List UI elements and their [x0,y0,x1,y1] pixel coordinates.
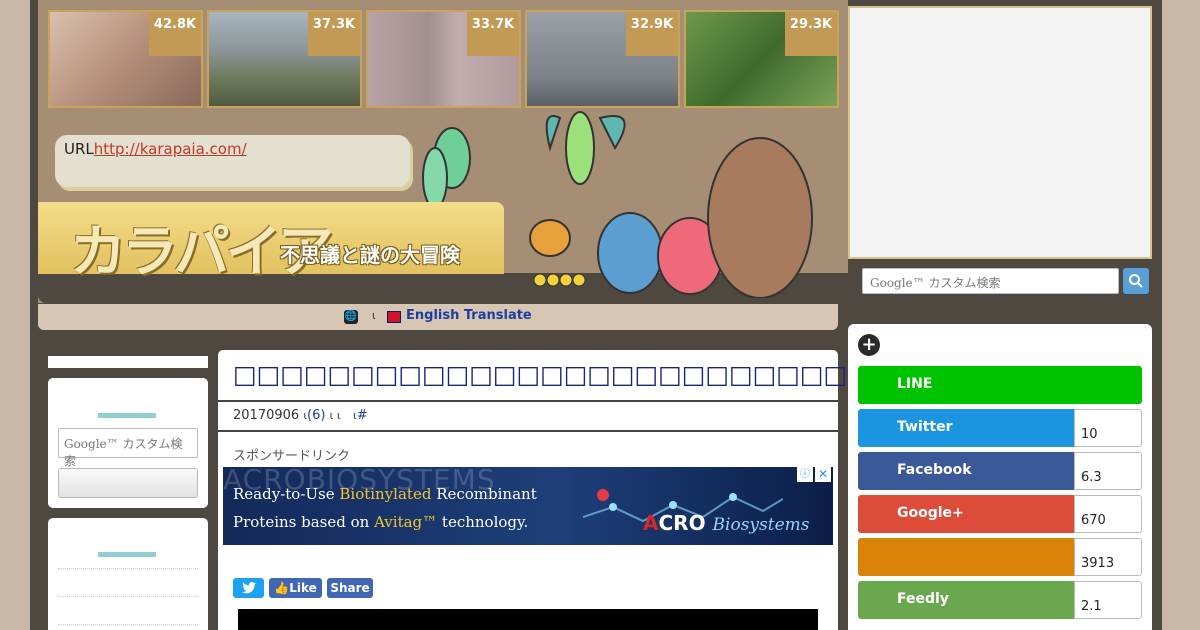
article-meta: 20170906 ι(6) ι ι ι# [233,408,368,423]
list-item[interactable] [58,624,198,625]
article-panel: □□□□□□□□□□□□□□□□□□□□□□□□□□□□□□□ 20170906… [218,350,965,630]
mascot-body-shape [597,212,663,294]
line-share-button[interactable]: LINE [858,366,1142,404]
facebook-like-button[interactable]: 👍Like [269,578,322,598]
ad-banner[interactable]: ACROBIOSYSTEMS Ready-to-Use Biotinylated… [223,467,833,545]
facebook-share-button[interactable]: Share [327,578,373,598]
google-plus-count-button[interactable]: Google+ 670 [858,495,1142,533]
article-date: 20170906 [233,408,300,423]
sidebar-search-button[interactable] [58,468,198,498]
feedly-count-button[interactable]: Feedly 2.1 [858,581,1142,619]
thumbnail-3[interactable]: 33.7K [366,10,521,108]
sidebar-search-widget: Google™ カスタム検索 [48,378,208,508]
english-translate-link[interactable]: English Translate [406,308,532,323]
hatena-count-button[interactable]: 3913 [858,538,1142,576]
sidebar-ad-placeholder [848,6,1152,259]
view-count-badge: 42.8K [149,12,201,56]
ad-brand-logo: ACRO Biosystems [643,511,810,535]
butterfly-wing-shape [598,115,626,151]
sponsored-link-label: スポンサードリンク [233,449,351,464]
list-item[interactable] [58,596,198,597]
url-box: URLhttp://karapaia.com/ [55,135,410,187]
separator: ι [372,309,376,322]
mascot-body-shape [422,147,448,209]
butterfly-wing-shape [545,115,562,152]
video-embed[interactable] [238,609,818,630]
mascot-body-shape [565,111,595,185]
twitter-count-button[interactable]: Twitter 10 [858,409,1142,447]
search-input[interactable]: Google™ カスタム検索 [862,268,1119,294]
site-subtitle: 不思議と謎の大冒険 [280,243,460,267]
thumbnail-1[interactable]: 42.8K [48,10,203,108]
sidebar-list-widget [48,518,208,630]
view-count-badge: 29.3K [785,12,837,56]
facebook-count-button[interactable]: Facebook 6.3 [858,452,1142,490]
uk-flag-icon [387,311,401,323]
url-label: URL [64,140,94,158]
share-count: 6.3 [1074,452,1142,490]
thumbs-up-icon: 👍 [274,581,290,595]
view-count-badge: 37.3K [308,12,360,56]
chick-shape [559,273,573,287]
ad-close-icon[interactable]: ✕ [815,467,831,482]
mascot-body-shape [529,219,571,257]
globe-icon: 🌐 [344,310,358,324]
social-share-widget: + LINE Twitter 10 Facebook 6.3 Google+ 6… [848,324,1152,630]
meta-separator: ι ι [329,409,341,422]
translate-bar: 🌐 ι English Translate [38,304,838,330]
twitter-share-button[interactable] [233,578,264,598]
divider [218,430,838,432]
hash-link[interactable]: # [357,408,368,423]
site-url-link[interactable]: http://karapaia.com/ [94,140,247,158]
share-count: 2.1 [1074,581,1142,619]
thumbnail-4[interactable]: 32.9K [525,10,680,108]
widget-heading-rule [98,413,156,418]
search-button[interactable] [1123,268,1149,294]
plus-icon[interactable]: + [858,334,880,356]
thumbnail-2[interactable]: 37.3K [207,10,362,108]
mascot-body-shape [707,137,813,298]
list-item[interactable] [58,568,198,569]
widget-heading-rule [98,552,156,557]
chick-shape [572,273,586,287]
sidebar-search-input[interactable]: Google™ カスタム検索 [58,428,198,468]
twitter-icon [241,582,256,594]
ad-line-1: Ready-to-Use Biotinylated Recombinant [233,485,537,503]
share-count: 3913 [1074,538,1142,576]
chick-shape [533,273,547,287]
comment-count-link[interactable]: (6) [307,408,325,423]
ad-info-icon[interactable]: ⓘ [797,467,813,482]
divider [218,400,838,402]
share-count: 670 [1074,495,1142,533]
search-icon [1129,274,1143,288]
share-count: 10 [1074,409,1142,447]
ad-line-2: Proteins based on Avitag™ technology. [233,513,529,531]
sidebar-top-strip [48,356,208,368]
thumbnail-5[interactable]: 29.3K [684,10,839,108]
chick-shape [546,273,560,287]
view-count-badge: 33.7K [467,12,519,56]
view-count-badge: 32.9K [626,12,678,56]
